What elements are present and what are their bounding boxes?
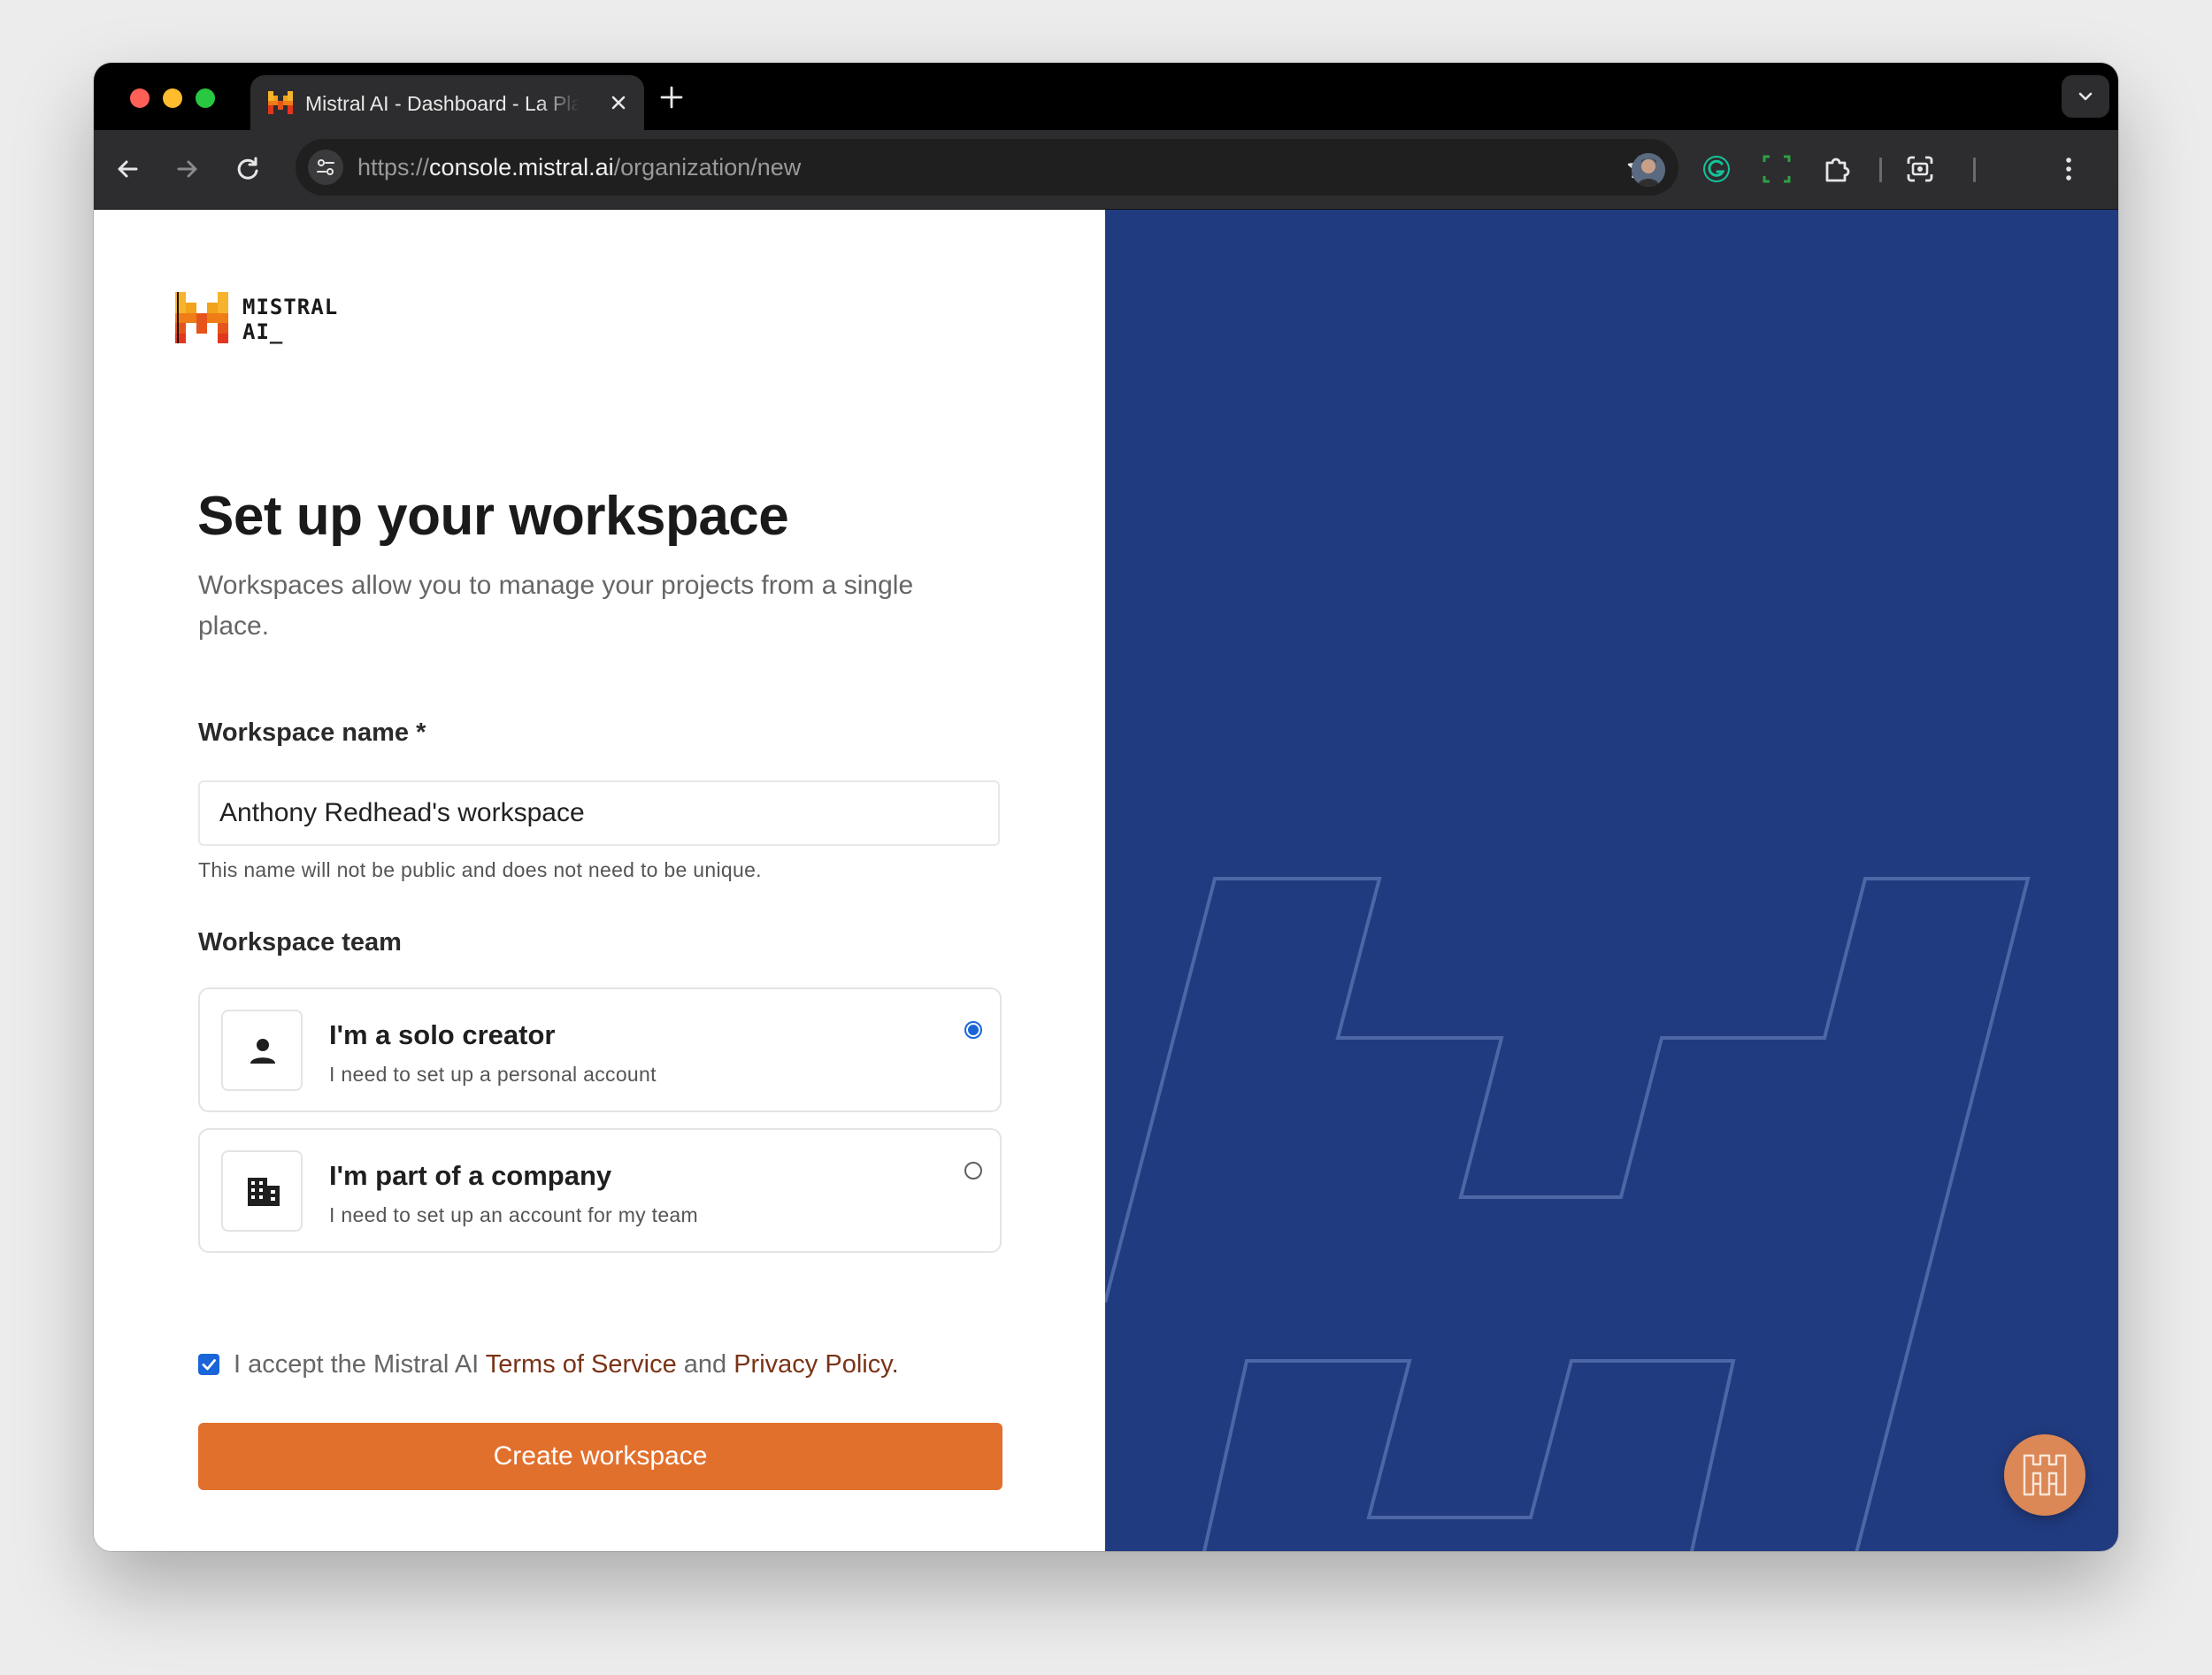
profile-avatar[interactable] <box>1632 153 1665 187</box>
accept-prefix: I accept the Mistral AI <box>234 1350 486 1379</box>
address-bar[interactable]: https://console.mistral.ai/organization/… <box>296 139 1678 196</box>
chevron-down-icon <box>2078 92 2093 101</box>
google-lens-icon[interactable] <box>1904 153 1936 185</box>
help-chat-button[interactable] <box>2004 1434 2085 1516</box>
browser-window: Mistral AI - Dashboard - La Plateforme <box>94 63 2118 1551</box>
accept-terms-text: I accept the Mistral AI Terms of Service… <box>234 1349 899 1379</box>
grammarly-icon[interactable] <box>1701 153 1732 185</box>
menu-icon[interactable] <box>2053 153 2085 185</box>
mistral-outline-graphic <box>1105 877 2031 1551</box>
forward-icon[interactable] <box>172 153 204 185</box>
mistral-logo-icon <box>268 91 293 114</box>
person-icon <box>250 1039 275 1064</box>
option-solo-creator[interactable]: I'm a solo creator I need to set up a pe… <box>198 987 1002 1112</box>
toolbar-divider <box>1879 158 1882 182</box>
option-description: I need to set up a personal account <box>329 1063 657 1086</box>
workspace-name-helper: This name will not be public and does no… <box>198 858 762 881</box>
create-workspace-button[interactable]: Create workspace <box>198 1423 1002 1490</box>
building-icon <box>248 1178 280 1206</box>
close-tab-icon[interactable] <box>607 91 630 114</box>
option-title: I'm part of a company <box>329 1160 612 1191</box>
tune-icon <box>317 159 334 175</box>
option-description: I need to set up an account for my team <box>329 1203 698 1226</box>
minimize-window-button[interactable] <box>163 88 182 108</box>
radio-solo-creator[interactable] <box>964 1021 982 1039</box>
url-scheme: https:// <box>357 154 430 181</box>
extensions-icon[interactable] <box>1821 153 1853 185</box>
option-title: I'm a solo creator <box>329 1019 556 1050</box>
url-path: /organization/new <box>613 154 802 181</box>
brand-panel <box>1105 210 2118 1551</box>
page-content: MISTRAL AI_ Set up your workspace Worksp… <box>94 210 2118 1551</box>
toolbar-divider <box>1973 158 1976 182</box>
avatar-image <box>1632 153 1665 187</box>
brand-wordmark: MISTRAL AI_ <box>242 295 338 344</box>
browser-tab[interactable]: Mistral AI - Dashboard - La Plateforme <box>250 75 644 130</box>
screenshot-extension-icon[interactable] <box>1761 153 1793 185</box>
tab-strip: Mistral AI - Dashboard - La Plateforme <box>94 63 2118 130</box>
url-host: console.mistral.ai <box>429 154 614 181</box>
option-icon-box <box>221 1150 303 1232</box>
workspace-name-label: Workspace name * <box>198 718 426 747</box>
checkmark-icon <box>202 1359 216 1371</box>
option-icon-box <box>221 1010 303 1091</box>
workspace-team-label: Workspace team <box>198 928 402 957</box>
option-company[interactable]: I'm part of a company I need to set up a… <box>198 1128 1002 1253</box>
page-subtitle: Workspaces allow you to manage your proj… <box>198 571 914 641</box>
accept-suffix: . <box>891 1350 899 1379</box>
maximize-window-button[interactable] <box>196 88 215 108</box>
new-tab-icon[interactable] <box>658 84 685 111</box>
mistral-outline-icon <box>2023 1454 2067 1496</box>
site-settings-icon[interactable] <box>308 150 343 185</box>
radio-company[interactable] <box>964 1162 982 1179</box>
back-icon[interactable] <box>111 153 143 185</box>
accept-conjunction: and <box>676 1350 734 1379</box>
mistral-logo-icon <box>175 292 228 343</box>
brand-wordmark-line2: AI_ <box>242 319 284 344</box>
workspace-name-input[interactable] <box>198 780 1000 846</box>
url-text: https://console.mistral.ai/organization/… <box>357 154 801 181</box>
close-window-button[interactable] <box>130 88 150 108</box>
brand-wordmark-line1: MISTRAL <box>242 295 339 319</box>
accept-terms-checkbox[interactable] <box>198 1354 219 1375</box>
browser-toolbar: https://console.mistral.ai/organization/… <box>94 130 2118 210</box>
tab-title: Mistral AI - Dashboard - La Plateforme <box>305 92 580 115</box>
setup-panel: MISTRAL AI_ Set up your workspace Worksp… <box>94 210 1105 1551</box>
terms-of-service-link[interactable]: Terms of Service <box>486 1350 677 1379</box>
page-title: Set up your workspace <box>197 486 789 547</box>
privacy-policy-link[interactable]: Privacy Policy <box>733 1350 891 1379</box>
reload-icon[interactable] <box>232 153 264 185</box>
tab-search-button[interactable] <box>2062 75 2109 118</box>
